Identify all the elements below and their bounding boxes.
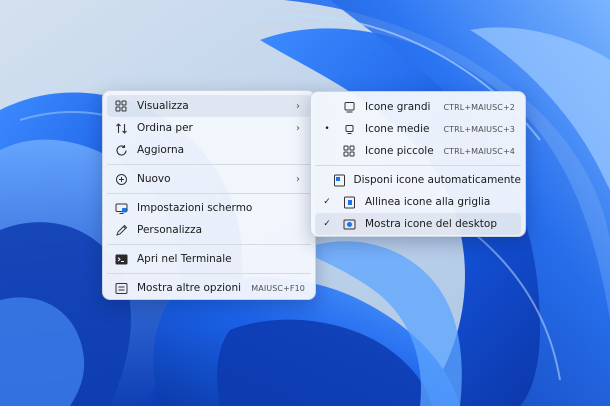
submenu-item-label: Mostra icone del desktop — [365, 218, 497, 230]
submenu-item-label: Icone grandi — [365, 101, 431, 113]
bullet-icon: • — [324, 124, 330, 134]
menu-item-personalizza[interactable]: Personalizza — [107, 219, 311, 241]
add-circle-icon — [113, 171, 129, 187]
submenu-item-label: Disponi icone automaticamente — [353, 174, 522, 186]
menu-item-aggiorna[interactable]: Aggiorna — [107, 139, 311, 161]
refresh-icon — [113, 142, 129, 158]
chevron-right-icon: › — [296, 122, 300, 134]
medium-icons-icon — [341, 121, 357, 137]
view-submenu: Icone grandi CTRL+MAIUSC+2 • Icone medie… — [310, 91, 526, 237]
menu-separator — [107, 244, 311, 245]
checkmark-icon: ✓ — [323, 219, 331, 229]
terminal-icon — [113, 251, 129, 267]
menu-item-visualizza[interactable]: Visualizza › — [107, 95, 311, 117]
menu-item-label: Aggiorna — [137, 144, 185, 156]
menu-separator — [107, 193, 311, 194]
menu-item-label: Impostazioni schermo — [137, 202, 253, 214]
submenu-item-disponi-automaticamente[interactable]: Disponi icone automaticamente — [315, 169, 521, 191]
menu-separator — [107, 164, 311, 165]
submenu-item-icone-grandi[interactable]: Icone grandi CTRL+MAIUSC+2 — [315, 96, 521, 118]
shortcut-label: CTRL+MAIUSC+4 — [443, 146, 515, 156]
submenu-item-allinea-griglia[interactable]: ✓ Allinea icone alla griglia — [315, 191, 521, 213]
menu-item-label: Ordina per — [137, 122, 193, 134]
menu-item-ordina-per[interactable]: Ordina per › — [107, 117, 311, 139]
menu-item-label: Apri nel Terminale — [137, 253, 232, 265]
small-icons-icon — [341, 143, 357, 159]
menu-item-label: Nuovo — [137, 173, 171, 185]
sort-icon — [113, 120, 129, 136]
submenu-item-mostra-icone-desktop[interactable]: ✓ Mostra icone del desktop — [315, 213, 521, 235]
menu-item-label: Visualizza — [137, 100, 189, 112]
submenu-item-label: Allinea icone alla griglia — [365, 196, 491, 208]
submenu-item-label: Icone piccole — [365, 145, 434, 157]
menu-item-nuovo[interactable]: Nuovo › — [107, 168, 311, 190]
chevron-right-icon: › — [296, 100, 300, 112]
desktop-context-menu: Visualizza › Ordina per › Aggiorna Nuovo… — [102, 90, 316, 300]
submenu-item-icone-piccole[interactable]: Icone piccole CTRL+MAIUSC+4 — [315, 140, 521, 162]
menu-item-mostra-altre-opzioni[interactable]: Mostra altre opzioni MAIUSC+F10 — [107, 277, 311, 299]
menu-item-impostazioni-schermo[interactable]: Impostazioni schermo — [107, 197, 311, 219]
submenu-item-icone-medie[interactable]: • Icone medie CTRL+MAIUSC+3 — [315, 118, 521, 140]
large-icons-icon — [341, 99, 357, 115]
chevron-right-icon: › — [296, 173, 300, 185]
shortcut-label: CTRL+MAIUSC+2 — [443, 102, 515, 112]
more-options-icon — [113, 280, 129, 296]
menu-separator — [315, 165, 521, 166]
show-desktop-icons-icon — [341, 216, 357, 232]
menu-item-label: Personalizza — [137, 224, 203, 236]
shortcut-label: CTRL+MAIUSC+3 — [443, 124, 515, 134]
display-settings-icon — [113, 200, 129, 216]
menu-item-label: Mostra altre opzioni — [137, 282, 242, 294]
submenu-item-label: Icone medie — [365, 123, 430, 135]
desktop[interactable]: Visualizza › Ordina per › Aggiorna Nuovo… — [0, 0, 610, 406]
align-grid-icon — [341, 194, 357, 210]
menu-item-apri-terminale[interactable]: Apri nel Terminale — [107, 248, 311, 270]
menu-separator — [107, 273, 311, 274]
checkmark-icon: ✓ — [323, 197, 331, 207]
shortcut-label: MAIUSC+F10 — [251, 283, 305, 293]
grid-view-icon — [113, 98, 129, 114]
auto-arrange-icon — [333, 172, 346, 188]
pen-icon — [113, 222, 129, 238]
